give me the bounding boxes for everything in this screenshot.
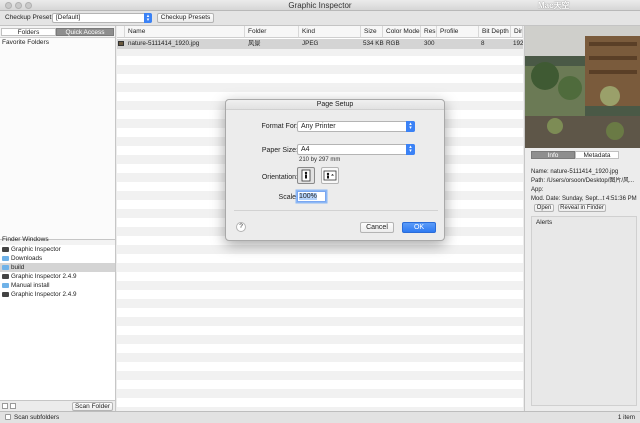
finder-windows-header: Finder Windows	[2, 236, 49, 243]
scale-value: 100%	[299, 193, 317, 200]
format-for-label: Format For:	[261, 123, 298, 130]
finder-window-item[interactable]: build	[0, 263, 115, 272]
popup-arrows-icon: ▴ ▾	[406, 121, 415, 132]
favorite-folders-header: Favorite Folders	[2, 39, 49, 46]
app-icon	[2, 291, 9, 297]
column-header-color-mode[interactable]: Color Mode	[383, 26, 421, 38]
cancel-button[interactable]: Cancel	[360, 222, 394, 233]
column-header-size[interactable]: Size	[361, 26, 383, 38]
cell-color-mode: RGB	[386, 40, 400, 47]
info-path-row: Path: /Users/orsoon/Desktop/图片/风...	[531, 178, 635, 184]
column-header-kind[interactable]: Kind	[299, 26, 361, 38]
scale-input[interactable]: 100%	[297, 191, 326, 202]
title-bar: Graphic Inspector Mac天空 www.mac69.com	[0, 0, 640, 16]
folder-icon	[2, 282, 9, 288]
app-icon	[2, 246, 9, 252]
right-panel: Info Metadata Name: nature-5111414_1920.…	[524, 26, 640, 411]
landscape-orientation-icon	[323, 170, 337, 181]
watermark: Mac天空 www.mac69.com	[538, 0, 638, 16]
finder-windows-list: Graphic Inspector Downloads build Graphi…	[0, 245, 115, 403]
cell-folder: 风景	[248, 40, 261, 47]
watermark-text: Mac天空	[538, 1, 570, 10]
toolbar: Checkup Preset: [Default] ▴ ▾ Checkup Pre…	[0, 11, 640, 26]
left-panel-footer: Scan Folder	[0, 400, 115, 411]
ok-button[interactable]: OK	[402, 222, 436, 233]
list-view-icon[interactable]	[2, 403, 8, 409]
paper-size-label: Paper Size:	[261, 147, 298, 154]
paper-dimensions: 210 by 297 mm	[299, 157, 341, 163]
column-header-profile[interactable]: Profile	[437, 26, 479, 38]
info-mod-date-row: Mod. Date: Sunday, Sept...t 4:51:36 PM	[531, 196, 637, 202]
checkup-preset-value: [Default]	[56, 14, 81, 21]
cell-kind: JPEG	[302, 40, 319, 47]
scan-subfolders-label: Scan subfolders	[14, 414, 60, 421]
alerts-box: Alerts	[531, 216, 637, 406]
checkup-preset-label: Checkup Preset:	[5, 14, 54, 21]
app-icon	[2, 273, 9, 279]
info-name-row: Name: nature-5111414_1920.jpg	[531, 169, 619, 175]
finder-window-item[interactable]: Graphic Inspector 2.4.9	[0, 272, 115, 281]
portrait-orientation-button[interactable]	[297, 167, 315, 184]
scale-label: Scale:	[278, 194, 298, 201]
info-fields: Name: nature-5111414_1920.jpg Path: /Use…	[531, 168, 640, 204]
item-count: 1 item	[617, 414, 635, 421]
column-header-dim[interactable]: Dim	[511, 26, 523, 38]
finder-window-item[interactable]: Graphic Inspector 2.4.9	[0, 290, 115, 299]
help-button[interactable]: ?	[236, 222, 246, 232]
tab-info[interactable]: Info	[531, 151, 575, 159]
orientation-label: Orientation:	[261, 174, 298, 181]
landscape-orientation-button[interactable]	[321, 167, 339, 184]
popup-arrows-icon: ▴ ▾	[406, 144, 415, 155]
cell-size: 534 KB	[363, 40, 384, 47]
column-header-name[interactable]: Name	[125, 26, 245, 38]
cell-res: 300	[424, 40, 435, 47]
scan-folder-button[interactable]: Scan Folder	[72, 402, 113, 411]
tab-quick-access[interactable]: Quick Access	[56, 28, 114, 36]
cell-dim: 192	[513, 40, 523, 47]
image-preview	[525, 26, 640, 148]
info-app-row: App:	[531, 187, 544, 193]
cell-bit-depth: 8	[481, 40, 485, 47]
grid-view-icon[interactable]	[10, 403, 16, 409]
page-setup-dialog: Page Setup Format For: Any Printer ▴ ▾ Pa…	[225, 99, 445, 241]
finder-window-item[interactable]: Graphic Inspector	[0, 245, 115, 254]
paper-size-select[interactable]: A4 ▴ ▾	[297, 144, 415, 155]
reveal-in-finder-button[interactable]: Reveal in Finder	[558, 204, 606, 212]
open-button[interactable]: Open	[534, 204, 554, 212]
favorite-folders-list: Favorite Folders	[0, 37, 115, 239]
format-for-select[interactable]: Any Printer ▴ ▾	[297, 121, 415, 132]
column-header-bit-depth[interactable]: Bit Depth	[479, 26, 511, 38]
image-thumbnail-icon	[118, 41, 124, 46]
column-header-icon	[117, 26, 125, 38]
checkup-preset-select[interactable]: [Default] ▴ ▾	[52, 13, 152, 23]
portrait-orientation-icon	[301, 169, 311, 182]
alerts-label: Alerts	[536, 219, 553, 226]
tab-folders[interactable]: Folders	[1, 28, 56, 36]
finder-window-item[interactable]: Downloads	[0, 254, 115, 263]
popup-arrows-icon: ▴ ▾	[144, 13, 152, 23]
folder-icon	[2, 255, 9, 261]
preview-photo	[525, 26, 640, 148]
column-header-folder[interactable]: Folder	[245, 26, 299, 38]
table-row[interactable]: nature-5111414_1920.jpg 风景 JPEG 534 KB R…	[117, 39, 523, 49]
status-bar: Scan subfolders 1 item	[0, 411, 640, 423]
finder-window-item[interactable]: Manual install	[0, 281, 115, 290]
info-name-value: nature-5111414_1920.jpg	[550, 169, 619, 175]
left-panel: Folders Quick Access Favorite Folders Fi…	[0, 26, 116, 411]
dialog-title: Page Setup	[226, 100, 444, 110]
scan-subfolders-checkbox[interactable]	[5, 414, 11, 420]
paper-size-value: A4	[301, 146, 310, 153]
folder-icon	[2, 264, 9, 270]
tab-metadata[interactable]: Metadata	[575, 151, 619, 159]
info-mod-date-value: Sunday, Sept...t 4:51:36 PM	[562, 196, 637, 202]
cell-name: nature-5111414_1920.jpg	[128, 40, 200, 47]
checkup-presets-button[interactable]: Checkup Presets	[157, 13, 214, 23]
info-path-value: /Users/orsoon/Desktop/图片/风...	[546, 178, 635, 184]
dialog-separator	[234, 210, 438, 211]
format-for-value: Any Printer	[301, 123, 336, 130]
column-header-res[interactable]: Res	[421, 26, 437, 38]
